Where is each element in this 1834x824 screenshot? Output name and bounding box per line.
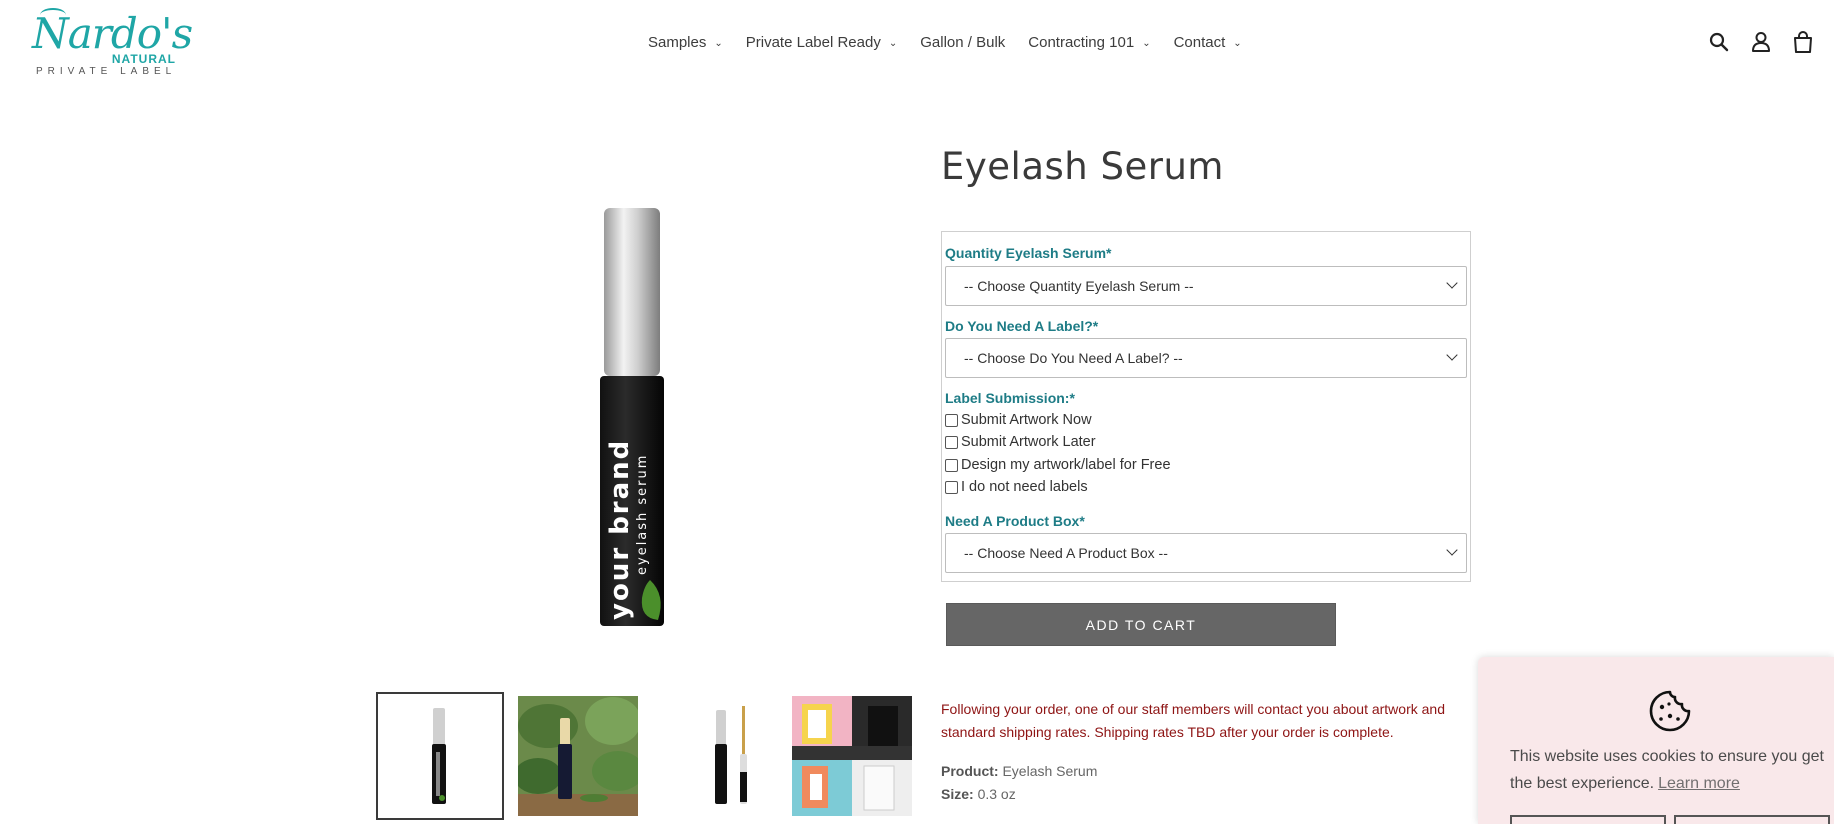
product-main-image[interactable]: your brand eyelash serum xyxy=(592,200,672,660)
checkbox[interactable] xyxy=(945,480,958,494)
option-no-labels: I do not need labels xyxy=(945,479,1088,495)
need-label-label: Do You Need A Label?* xyxy=(945,318,1099,334)
checkbox[interactable] xyxy=(945,458,958,472)
chevron-down-icon xyxy=(1446,349,1458,361)
header-icons xyxy=(1708,30,1814,54)
quantity-select-value: -- Choose Quantity Eyelash Serum -- xyxy=(964,278,1194,294)
product-title: Eyelash Serum xyxy=(941,145,1224,188)
logo-tagline: PRIVATE LABEL xyxy=(36,66,177,77)
product-box-label: Need A Product Box* xyxy=(945,513,1085,529)
size-meta-value: 0.3 oz xyxy=(977,786,1016,802)
order-notice: Following your order, one of our staff m… xyxy=(941,701,1445,740)
cookie-accept-button[interactable] xyxy=(1674,815,1830,824)
checkbox-label: Design my artwork/label for Free xyxy=(961,457,1171,473)
learn-more-link[interactable]: Learn more xyxy=(1658,775,1740,792)
thumbnail-bottle-leaves[interactable] xyxy=(514,696,644,816)
quantity-select[interactable]: -- Choose Quantity Eyelash Serum -- xyxy=(945,266,1467,306)
nav-item-label: Contact xyxy=(1173,34,1226,51)
nav-item-private-label-ready[interactable]: Private Label Ready ⌄ xyxy=(746,34,897,51)
size-meta-label: Size: xyxy=(941,786,974,802)
chevron-down-icon xyxy=(1446,277,1458,289)
cookie-icon xyxy=(1648,689,1692,733)
chevron-down-icon xyxy=(1446,544,1458,556)
need-label-select-value: -- Choose Do You Need A Label? -- xyxy=(964,350,1183,366)
search-icon[interactable] xyxy=(1708,30,1730,54)
checkbox-label: Submit Artwork Later xyxy=(961,434,1096,450)
logo-sub: NATURAL xyxy=(111,52,176,66)
option-submit-artwork-now: Submit Artwork Now xyxy=(945,412,1092,428)
chevron-down-icon: ⌄ xyxy=(1142,38,1151,49)
logo-script: Nardo's xyxy=(32,9,193,58)
add-to-cart-button[interactable]: ADD TO CART xyxy=(946,603,1336,646)
cookie-message: This website uses cookies to ensure you … xyxy=(1510,743,1830,797)
thumbnail-bottle-with-wand[interactable] xyxy=(674,696,794,816)
nav-item-label: Samples xyxy=(648,34,707,51)
need-label-select[interactable]: -- Choose Do You Need A Label? -- xyxy=(945,338,1467,378)
thumbnail-box-mockups[interactable] xyxy=(792,696,912,816)
checkbox[interactable] xyxy=(945,435,958,449)
checkbox-label: Submit Artwork Now xyxy=(961,412,1092,428)
site-header: Nardo's NATURAL PRIVATE LABEL Samples ⌄ … xyxy=(0,0,1834,90)
product-meta-value: Eyelash Serum xyxy=(1002,763,1098,779)
nav-item-label: Private Label Ready xyxy=(745,34,881,51)
chevron-down-icon: ⌄ xyxy=(888,38,898,49)
brand-logo[interactable]: Nardo's NATURAL PRIVATE LABEL xyxy=(26,8,193,82)
label-submission-label: Label Submission:* xyxy=(945,390,1075,406)
checkbox[interactable] xyxy=(945,413,958,427)
nav-item-samples[interactable]: Samples ⌄ xyxy=(648,34,723,51)
product-options-form: Quantity Eyelash Serum* -- Choose Quanti… xyxy=(941,231,1471,582)
cookie-banner: This website uses cookies to ensure you … xyxy=(1478,657,1834,824)
option-design-artwork-free: Design my artwork/label for Free xyxy=(945,457,1171,473)
image-product-text: eyelash serum xyxy=(635,454,650,575)
main-nav: Samples ⌄ Private Label Ready ⌄ Gallon /… xyxy=(648,34,1265,51)
image-brand-text: your brand xyxy=(605,439,635,620)
cart-icon[interactable] xyxy=(1792,30,1814,54)
nav-item-label: Gallon / Bulk xyxy=(920,34,1006,51)
cookie-decline-button[interactable] xyxy=(1510,815,1666,824)
option-submit-artwork-later: Submit Artwork Later xyxy=(945,434,1096,450)
size-meta: Size: 0.3 oz xyxy=(941,786,1016,802)
chevron-down-icon: ⌄ xyxy=(714,38,723,49)
product-meta-label: Product: xyxy=(941,763,999,779)
checkbox-label: I do not need labels xyxy=(961,479,1088,495)
thumbnail-bottle-front[interactable] xyxy=(376,692,504,820)
nav-item-contact[interactable]: Contact ⌄ xyxy=(1174,34,1242,51)
nav-item-label: Contracting 101 xyxy=(1028,34,1135,51)
nav-item-gallon-bulk[interactable]: Gallon / Bulk xyxy=(920,34,1005,51)
product-meta: Product: Eyelash Serum xyxy=(941,763,1097,779)
product-box-select[interactable]: -- Choose Need A Product Box -- xyxy=(945,533,1467,573)
product-box-select-value: -- Choose Need A Product Box -- xyxy=(964,545,1168,561)
account-icon[interactable] xyxy=(1750,30,1772,54)
nav-item-contracting-101[interactable]: Contracting 101 ⌄ xyxy=(1028,34,1150,51)
quantity-label: Quantity Eyelash Serum* xyxy=(945,245,1112,261)
chevron-down-icon: ⌄ xyxy=(1233,38,1242,49)
